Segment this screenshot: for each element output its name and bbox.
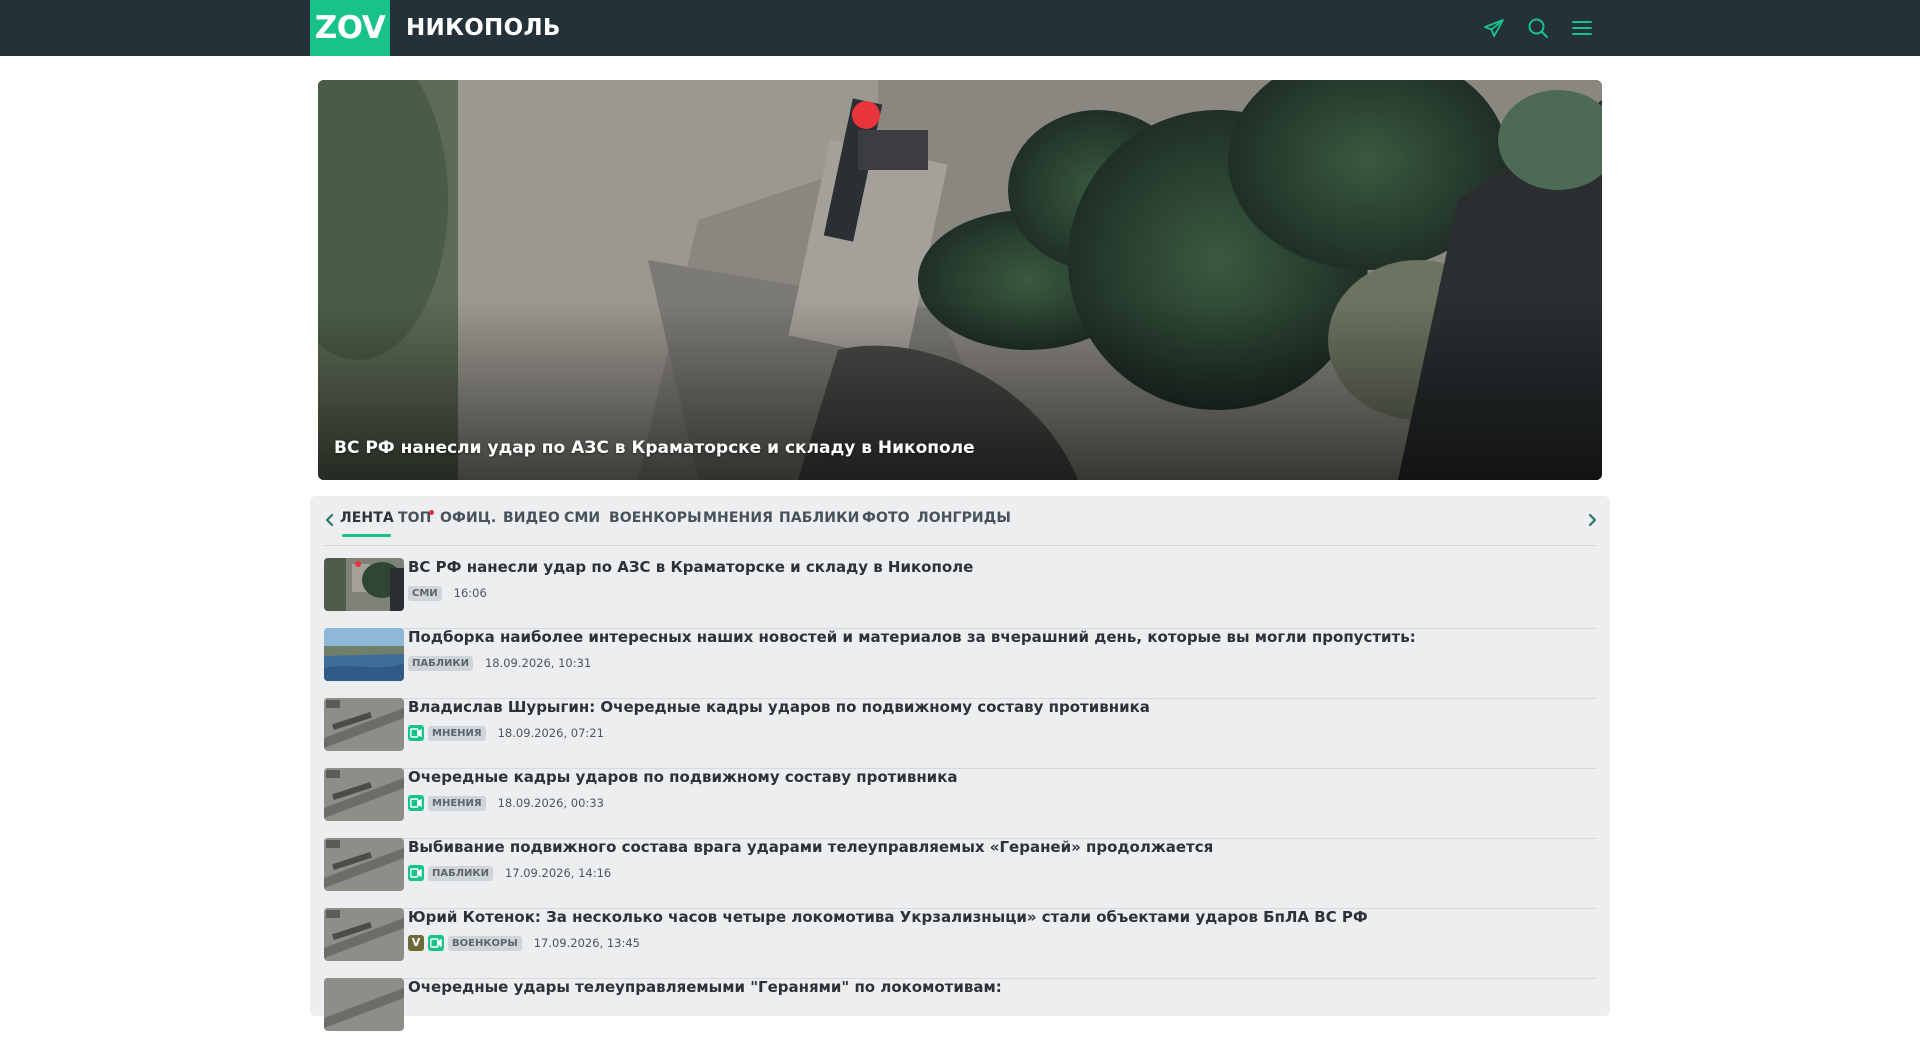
news-meta: ПАБЛИКИ 17.09.2026, 14:16 [408, 865, 611, 881]
news-title[interactable]: Владислав Шурыгин: Очередные кадры ударо… [408, 698, 1150, 716]
news-feed-panel: ЛЕНТА ТОП ОФИЦ. ВИДЕО СМИ ВОЕНКОРЫ МНЕНИ… [310, 496, 1610, 1031]
hero-card[interactable]: ВС РФ нанесли удар по АЗС в Краматорске … [318, 80, 1602, 480]
news-meta: ПАБЛИКИ 18.09.2026, 10:31 [408, 655, 591, 671]
news-item[interactable]: Владислав Шурыгин: Очередные кадры ударо… [324, 698, 1596, 769]
news-title[interactable]: Подборка наиболее интересных наших новос… [408, 628, 1416, 646]
top-navbar: ZOV НИКОПОЛЬ [0, 0, 1920, 56]
news-title[interactable]: Выбивание подвижного состава врага удара… [408, 838, 1213, 856]
video-icon [408, 725, 424, 741]
tab-mneniya[interactable]: МНЕНИЯ [703, 510, 773, 526]
active-tab-underline [342, 534, 391, 537]
news-meta: СМИ 16:06 [408, 585, 487, 601]
video-icon [408, 795, 424, 811]
news-time: 18.09.2026, 10:31 [484, 656, 592, 670]
news-title[interactable]: Очередные кадры ударов по подвижному сос… [408, 768, 958, 786]
news-thumbnail[interactable] [324, 978, 404, 1031]
news-item[interactable]: Очередные кадры ударов по подвижному сос… [324, 768, 1596, 839]
news-item[interactable]: ВС РФ нанесли удар по АЗС в Краматорске … [324, 558, 1596, 629]
news-time: 17.09.2026, 14:16 [504, 866, 612, 880]
news-thumbnail[interactable] [324, 838, 404, 891]
tab-publiki[interactable]: ПАБЛИКИ [779, 510, 859, 526]
tab-offic[interactable]: ОФИЦ. [440, 510, 496, 526]
news-time: 18.09.2026, 07:21 [497, 726, 604, 740]
news-thumbnail[interactable] [324, 698, 404, 751]
tab-foto[interactable]: ФОТО [862, 510, 910, 526]
news-item[interactable]: Юрий Котенок: За несколько часов четыре … [324, 908, 1596, 979]
news-thumbnail[interactable] [324, 908, 404, 961]
chevron-left-icon[interactable] [320, 510, 340, 530]
tab-longridy[interactable]: ЛОНГРИДЫ [917, 510, 1011, 526]
news-thumbnail[interactable] [324, 558, 404, 611]
news-title[interactable]: Юрий Котенок: За несколько часов четыре … [408, 908, 1368, 926]
category-tabs: ЛЕНТА ТОП ОФИЦ. ВИДЕО СМИ ВОЕНКОРЫ МНЕНИ… [310, 496, 1610, 546]
news-time: 18.09.2026, 00:33 [497, 796, 604, 810]
tab-video[interactable]: ВИДЕО [503, 510, 560, 526]
news-title[interactable]: ВС РФ нанесли удар по АЗС в Краматорске … [408, 558, 973, 576]
site-logo[interactable]: ZOV [310, 0, 390, 56]
v-icon: V [408, 935, 424, 951]
search-icon[interactable] [1526, 16, 1550, 40]
chevron-right-icon[interactable] [1582, 510, 1602, 530]
tab-voenkory[interactable]: ВОЕНКОРЫ [609, 510, 702, 526]
tab-top[interactable]: ТОП [398, 510, 431, 526]
source-badge[interactable]: ПАБЛИКИ [428, 865, 493, 881]
news-meta: V ВОЕНКОРЫ 17.09.2026, 13:45 [408, 935, 640, 951]
source-badge[interactable]: ВОЕНКОРЫ [448, 935, 522, 951]
tab-lenta[interactable]: ЛЕНТА [340, 510, 394, 526]
new-indicator-dot [429, 510, 434, 515]
video-icon [408, 865, 424, 881]
menu-icon[interactable] [1570, 16, 1594, 40]
news-meta: МНЕНИЯ 18.09.2026, 00:33 [408, 795, 604, 811]
news-thumbnail[interactable] [324, 768, 404, 821]
source-badge[interactable]: МНЕНИЯ [428, 725, 486, 741]
video-icon [428, 935, 444, 951]
news-thumbnail[interactable] [324, 628, 404, 681]
hero-title[interactable]: ВС РФ нанесли удар по АЗС в Краматорске … [334, 438, 975, 458]
news-time: 16:06 [453, 586, 487, 600]
city-title[interactable]: НИКОПОЛЬ [406, 0, 561, 56]
news-time: 17.09.2026, 13:45 [533, 936, 640, 950]
tabs-divider [324, 545, 1596, 546]
news-item[interactable]: Подборка наиболее интересных наших новос… [324, 628, 1596, 699]
news-meta: МНЕНИЯ 18.09.2026, 07:21 [408, 725, 604, 741]
source-badge[interactable]: СМИ [408, 585, 442, 601]
tab-smi[interactable]: СМИ [564, 510, 600, 526]
news-title[interactable]: Очередные удары телеуправляемыми "Гераня… [408, 978, 1002, 996]
news-item[interactable]: Очередные удары телеуправляемыми "Гераня… [324, 978, 1596, 1048]
source-badge[interactable]: МНЕНИЯ [428, 795, 486, 811]
telegram-icon[interactable] [1482, 16, 1506, 40]
hero-image [318, 80, 1602, 480]
news-item[interactable]: Выбивание подвижного состава врага удара… [324, 838, 1596, 909]
source-badge[interactable]: ПАБЛИКИ [408, 655, 473, 671]
